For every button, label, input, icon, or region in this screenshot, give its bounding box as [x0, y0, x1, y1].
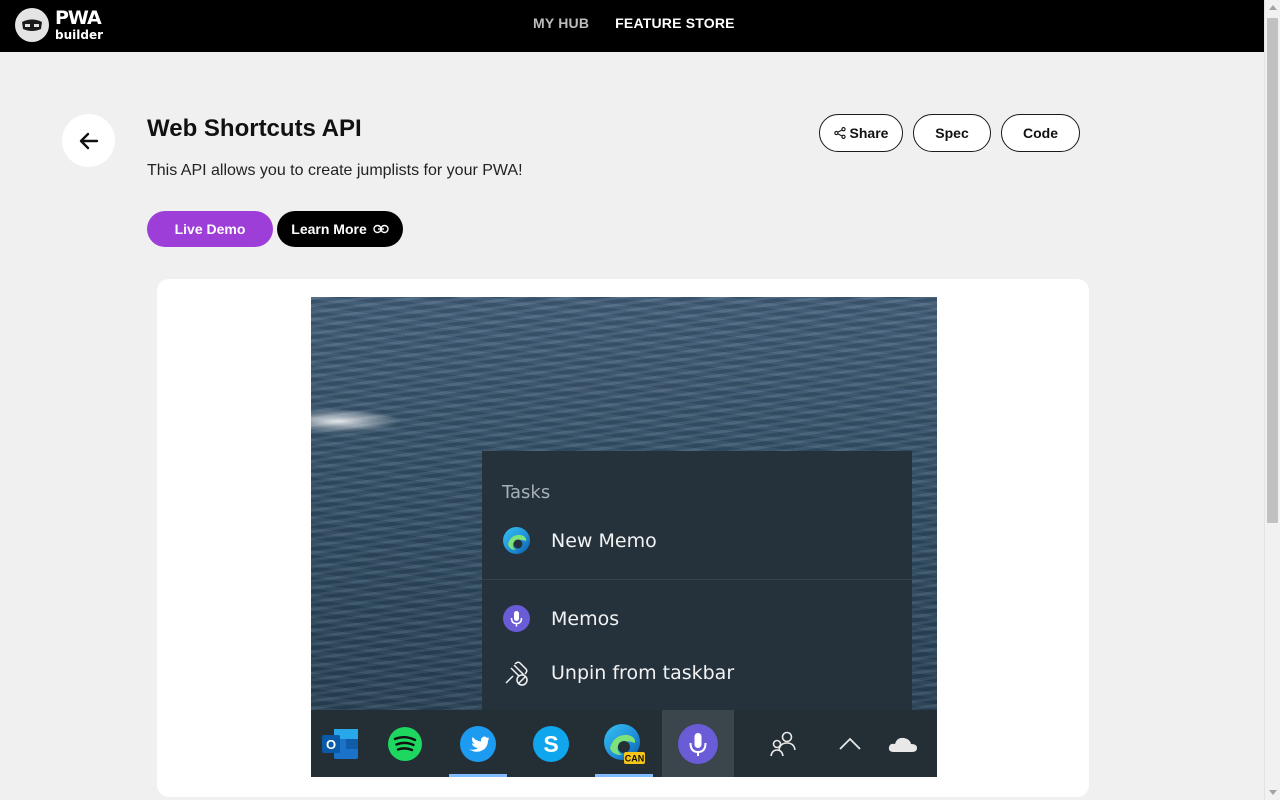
live-demo-label: Live Demo [174, 221, 246, 237]
scroll-up-arrow-icon[interactable] [1269, 5, 1277, 10]
people-icon [770, 731, 796, 756]
taskbar-onedrive [874, 710, 932, 777]
memos-label: Memos [551, 607, 620, 630]
code-button[interactable]: Code [1001, 114, 1080, 152]
spec-label: Spec [935, 125, 969, 141]
svg-text:S: S [543, 731, 558, 757]
logo-subtitle: builder [55, 28, 104, 42]
edge-canary-icon: CAN [604, 723, 645, 764]
svg-text:O: O [326, 737, 336, 752]
taskbar-show-hidden [821, 710, 879, 777]
nav-feature-store[interactable]: FEATURE STORE [615, 15, 735, 31]
scrollbar-thumb[interactable] [1267, 18, 1278, 523]
share-button[interactable]: Share [819, 114, 903, 152]
spotify-icon [388, 726, 422, 761]
learn-more-button[interactable]: Learn More [277, 211, 403, 247]
logo-title: PWA [55, 7, 102, 29]
back-button[interactable] [62, 114, 115, 167]
arrow-left-icon [79, 132, 98, 149]
taskbar-app-edge-canary: CAN [595, 710, 653, 777]
jumplist-item-memos: Memos [502, 604, 619, 633]
share-label: Share [849, 125, 889, 141]
live-demo-button[interactable]: Live Demo [147, 211, 273, 247]
page-scrollbar[interactable] [1264, 0, 1280, 800]
code-label: Code [1023, 125, 1058, 141]
link-icon [373, 224, 389, 234]
taskbar-app-skype: S [522, 710, 580, 777]
skype-icon: S [533, 725, 569, 762]
chevron-up-icon [839, 737, 861, 750]
jumplist-item-unpin: Unpin from taskbar [502, 658, 734, 687]
jumplist-heading: Tasks [502, 482, 551, 503]
pwabuilder-logo[interactable]: PWA builder [15, 8, 103, 42]
taskbar-app-twitter [449, 710, 507, 777]
taskbar-app-memos [662, 710, 734, 777]
scroll-down-arrow-icon[interactable] [1269, 790, 1277, 795]
jumplist-menu: Tasks New Memo Memos Unpin from taskbar [482, 451, 912, 711]
nav-my-hub[interactable]: MY HUB [533, 15, 589, 31]
twitter-active-indicator [449, 774, 507, 777]
windows-taskbar: O S CAN [311, 710, 937, 777]
wave-foam [311, 409, 401, 433]
feature-title: Web Shortcuts API [147, 115, 362, 142]
logo-badge-icon [15, 8, 49, 42]
microphone-app-icon [503, 605, 530, 632]
outlook-icon: O [322, 728, 358, 759]
taskbar-people [754, 710, 812, 777]
feature-description: This API allows you to create jumplists … [147, 162, 523, 179]
edge-canary-active-indicator [595, 774, 653, 777]
new-memo-label: New Memo [551, 529, 657, 552]
taskbar-app-outlook: O [311, 710, 369, 777]
unpin-icon [505, 661, 528, 686]
taskbar-app-spotify [376, 710, 434, 777]
jumplist-divider [482, 579, 912, 580]
memos-app-icon [678, 723, 718, 764]
learn-more-label: Learn More [291, 221, 367, 237]
onedrive-icon [888, 737, 917, 752]
main-nav: MY HUB FEATURE STORE [533, 15, 735, 31]
twitter-icon [460, 725, 496, 762]
spec-button[interactable]: Spec [913, 114, 991, 152]
share-icon [833, 127, 846, 139]
canary-badge: CAN [625, 753, 645, 763]
top-nav-bar: PWA builder MY HUB FEATURE STORE [0, 0, 1264, 52]
demo-screenshot: Tasks New Memo Memos Unpin from taskbar … [311, 297, 937, 777]
jumplist-item-new-memo: New Memo [502, 526, 657, 555]
unpin-label: Unpin from taskbar [551, 661, 735, 684]
edge-icon [503, 527, 530, 554]
